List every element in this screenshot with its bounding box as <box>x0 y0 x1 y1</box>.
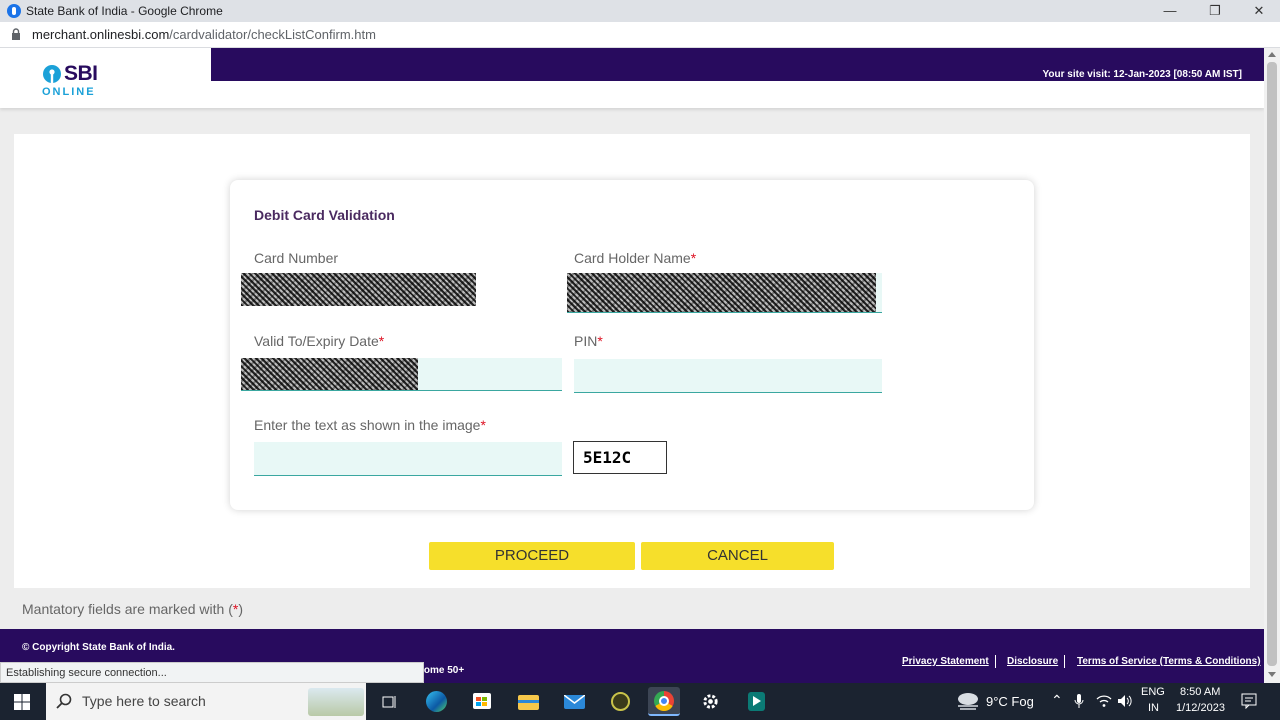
clock-time[interactable]: 8:50 AM <box>1180 686 1220 698</box>
microphone-icon[interactable] <box>1074 693 1084 709</box>
browser-title-bar: State Bank of India - Google Chrome — ❐ … <box>0 0 1280 22</box>
lock-icon[interactable] <box>11 28 21 40</box>
window-title: State Bank of India - Google Chrome <box>26 4 223 18</box>
weather-fog-icon[interactable] <box>955 691 981 711</box>
footer-divider <box>1064 655 1065 668</box>
site-visit-text: Your site visit: 12-Jan-2023 [08:50 AM I… <box>1042 69 1242 80</box>
url-text[interactable]: merchant.onlinesbi.com/cardvalidator/che… <box>32 27 376 42</box>
pin-input[interactable] <box>574 359 882 393</box>
taskbar-search-box[interactable]: Type here to search <box>46 683 366 720</box>
footer-divider <box>995 655 996 668</box>
url-path: /cardvalidator/checkListConfirm.htm <box>169 27 376 42</box>
expiry-field[interactable] <box>241 358 562 391</box>
search-icon <box>56 693 72 709</box>
page-viewport: SBI ONLINE Your site visit: 12-Jan-2023 … <box>0 48 1264 683</box>
card-number-label: Card Number <box>254 250 339 266</box>
app-icon[interactable] <box>604 687 636 716</box>
card-holder-label: Card Holder Name* <box>574 250 697 266</box>
scroll-up-icon[interactable] <box>1268 52 1276 57</box>
edge-icon[interactable] <box>420 687 452 716</box>
form-title: Debit Card Validation <box>254 207 395 223</box>
language-top[interactable]: ENG <box>1141 686 1165 698</box>
notifications-icon[interactable] <box>1241 693 1257 709</box>
scroll-down-icon[interactable] <box>1268 672 1276 677</box>
card-holder-redaction <box>567 273 876 312</box>
sbi-logo[interactable]: SBI ONLINE <box>40 62 120 102</box>
speaker-icon[interactable] <box>1117 694 1133 708</box>
sbi-favicon-icon <box>7 4 21 18</box>
logo-subtext: ONLINE <box>42 86 96 98</box>
terms-of-service-link[interactable]: Terms of Service (Terms & Conditions) <box>1077 656 1261 667</box>
scrollbar-thumb[interactable] <box>1267 62 1277 666</box>
site-header: SBI ONLINE Your site visit: 12-Jan-2023 … <box>0 48 1264 108</box>
close-window-button[interactable]: ✕ <box>1237 0 1280 22</box>
header-purple-bar: Your site visit: 12-Jan-2023 [08:50 AM I… <box>211 48 1264 81</box>
expiry-label: Valid To/Expiry Date* <box>254 333 385 349</box>
browser-note-text: rome 50+ <box>420 665 465 676</box>
expiry-redaction <box>241 358 418 390</box>
chrome-icon[interactable] <box>648 687 680 716</box>
maximize-button[interactable]: ❐ <box>1193 0 1237 22</box>
windows-taskbar: Type here to search 9°C Fog ⌃ ENG IN 8:5… <box>0 683 1280 720</box>
mail-icon[interactable] <box>558 687 590 716</box>
captcha-input[interactable] <box>254 442 562 476</box>
privacy-statement-link[interactable]: Privacy Statement <box>902 656 989 667</box>
mandatory-note: Mantatory fields are marked with (*) <box>22 601 243 617</box>
weather-text[interactable]: 9°C Fog <box>986 694 1034 709</box>
card-number-field[interactable] <box>241 273 476 306</box>
url-domain: merchant.onlinesbi.com <box>32 27 170 42</box>
page-scrollbar[interactable] <box>1264 48 1280 683</box>
proceed-button[interactable]: PROCEED <box>429 542 635 570</box>
search-placeholder: Type here to search <box>82 693 206 709</box>
copyright-text: © Copyright State Bank of India. <box>22 642 175 653</box>
start-button[interactable] <box>0 683 44 720</box>
microsoft-store-icon[interactable] <box>466 687 498 716</box>
card-holder-field[interactable] <box>567 273 882 313</box>
debit-card-validation-form: Debit Card Validation Card Number Card H… <box>230 180 1034 510</box>
clock-date[interactable]: 1/12/2023 <box>1176 702 1225 714</box>
disclosure-link[interactable]: Disclosure <box>1007 656 1058 667</box>
task-view-icon[interactable] <box>374 687 406 716</box>
language-bottom[interactable]: IN <box>1148 702 1159 714</box>
captcha-label: Enter the text as shown in the image* <box>254 417 486 433</box>
media-app-icon[interactable] <box>740 687 772 716</box>
sbi-logo-icon <box>43 65 61 83</box>
windows-logo-icon <box>14 694 30 710</box>
pin-label: PIN* <box>574 333 603 349</box>
minimize-button[interactable]: — <box>1148 0 1192 22</box>
wifi-icon[interactable] <box>1096 694 1112 708</box>
status-bubble: Establishing secure connection... <box>0 662 424 683</box>
file-explorer-icon[interactable] <box>512 687 544 716</box>
settings-gear-icon[interactable] <box>694 687 726 716</box>
search-highlight-image <box>308 688 364 716</box>
chevron-up-icon[interactable]: ⌃ <box>1051 692 1063 709</box>
logo-text: SBI <box>64 62 98 85</box>
address-bar[interactable]: merchant.onlinesbi.com/cardvalidator/che… <box>0 22 1280 48</box>
captcha-image: 5E12C <box>573 441 667 474</box>
cancel-button[interactable]: CANCEL <box>641 542 834 570</box>
